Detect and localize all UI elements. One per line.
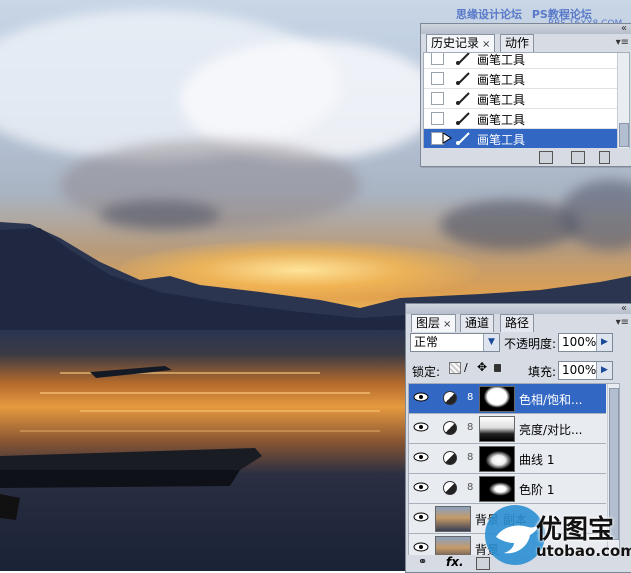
layer-name: 色阶 1 bbox=[519, 483, 555, 497]
chevron-down-icon[interactable]: ▼ bbox=[483, 334, 499, 351]
brush-icon bbox=[456, 132, 470, 145]
lock-transparent-icon[interactable] bbox=[449, 362, 461, 374]
panel-collapse-icon[interactable]: « bbox=[621, 303, 627, 314]
layer-row-selected[interactable]: 8 色相/饱和... bbox=[409, 384, 606, 414]
panel-titlebar[interactable] bbox=[406, 304, 631, 314]
tab-close-icon[interactable]: × bbox=[482, 39, 490, 50]
tab-actions-label: 动作 bbox=[505, 36, 530, 50]
new-snapshot-icon[interactable] bbox=[571, 151, 585, 164]
layer-style-fx-button[interactable]: fx. bbox=[446, 555, 464, 569]
opacity-value: 100% bbox=[562, 335, 597, 349]
tab-actions[interactable]: 动作 bbox=[500, 34, 535, 52]
brush-icon bbox=[456, 72, 470, 85]
adjustment-layer-icon bbox=[443, 391, 457, 405]
tab-close-icon[interactable]: × bbox=[443, 319, 451, 330]
layer-mask-thumbnail[interactable] bbox=[479, 416, 515, 442]
tab-paths-label: 路径 bbox=[505, 316, 530, 330]
history-item[interactable]: 画笔工具 bbox=[424, 53, 617, 69]
eye-icon[interactable] bbox=[413, 451, 429, 463]
lock-pixels-icon[interactable]: ∕ bbox=[464, 361, 468, 374]
fill-input[interactable]: 100% ▶ bbox=[558, 361, 613, 380]
tab-paths[interactable]: 路径 bbox=[500, 314, 535, 332]
history-state-slider-icon[interactable] bbox=[442, 132, 452, 144]
panel-menu-icon[interactable]: ▾≡ bbox=[616, 317, 629, 328]
new-document-from-state-icon[interactable] bbox=[539, 151, 553, 164]
history-item-label: 画笔工具 bbox=[477, 93, 526, 107]
brush-icon bbox=[456, 53, 470, 65]
history-list: 画笔工具 画笔工具 画笔工具 画笔工具 画笔工具 bbox=[423, 52, 630, 150]
eye-icon[interactable] bbox=[413, 481, 429, 493]
opacity-slider-arrow-icon[interactable]: ▶ bbox=[596, 334, 612, 351]
history-source-checkbox[interactable] bbox=[431, 53, 444, 65]
history-item-label: 画笔工具 bbox=[477, 73, 526, 87]
lock-label: 锁定: bbox=[412, 365, 441, 379]
history-item-label: 画笔工具 bbox=[477, 53, 526, 67]
lock-position-icon[interactable]: ✥ bbox=[477, 360, 487, 374]
layer-thumbnail[interactable] bbox=[435, 506, 471, 532]
history-item-label: 画笔工具 bbox=[477, 133, 526, 147]
brush-icon bbox=[456, 92, 470, 105]
history-footer bbox=[421, 148, 631, 166]
tab-channels-label: 通道 bbox=[465, 316, 490, 330]
panel-titlebar[interactable] bbox=[421, 24, 631, 34]
history-scrollbar[interactable] bbox=[617, 53, 629, 149]
adjustment-layer-icon bbox=[443, 481, 457, 495]
fill-value: 100% bbox=[562, 363, 597, 377]
tab-history[interactable]: 历史记录 × bbox=[426, 34, 496, 52]
layer-mask-thumbnail[interactable] bbox=[479, 386, 515, 412]
fill-slider-arrow-icon[interactable]: ▶ bbox=[596, 362, 612, 379]
adjustment-layer-icon bbox=[443, 451, 457, 465]
history-source-checkbox[interactable] bbox=[431, 92, 444, 105]
blend-mode-select[interactable]: 正常 ▼ bbox=[410, 333, 500, 352]
layer-name: 亮度/对比... bbox=[519, 423, 583, 437]
eye-icon[interactable] bbox=[413, 541, 429, 553]
history-item-selected[interactable]: 画笔工具 bbox=[424, 129, 617, 149]
eye-icon[interactable] bbox=[413, 511, 429, 523]
layer-row[interactable]: 8 亮度/对比... bbox=[409, 414, 606, 444]
lock-all-icon[interactable] bbox=[494, 364, 501, 372]
brush-icon bbox=[456, 112, 470, 125]
tab-channels[interactable]: 通道 bbox=[460, 314, 495, 332]
tab-layers[interactable]: 图层 × bbox=[411, 314, 457, 332]
history-item[interactable]: 画笔工具 bbox=[424, 109, 617, 129]
link-icon: 8 bbox=[467, 482, 474, 493]
layer-name: 色相/饱和... bbox=[519, 393, 583, 407]
history-item[interactable]: 画笔工具 bbox=[424, 69, 617, 89]
layer-thumbnail[interactable] bbox=[435, 536, 471, 556]
adjustment-layer-icon bbox=[443, 421, 457, 435]
eye-icon[interactable] bbox=[413, 391, 429, 403]
opacity-label: 不透明度: bbox=[504, 337, 557, 351]
tab-history-label: 历史记录 bbox=[431, 36, 480, 50]
history-item-label: 画笔工具 bbox=[477, 113, 526, 127]
link-icon: 8 bbox=[467, 392, 474, 403]
link-layers-icon[interactable]: ⚭ bbox=[418, 555, 427, 568]
link-icon: 8 bbox=[467, 422, 474, 433]
history-source-checkbox[interactable] bbox=[431, 72, 444, 85]
link-icon: 8 bbox=[467, 452, 474, 463]
watermark-logo-en: utobao.com bbox=[536, 542, 631, 560]
layer-row[interactable]: 8 曲线 1 bbox=[409, 444, 606, 474]
eye-icon[interactable] bbox=[413, 421, 429, 433]
tab-layers-label: 图层 bbox=[416, 316, 441, 330]
watermark-logo-cn: 优图宝 bbox=[536, 515, 615, 545]
fill-label: 填充: bbox=[528, 365, 557, 379]
history-panel: « 历史记录 × 动作 ▾≡ 画笔工具 画笔工具 画笔工具 画笔工具 画笔工具 bbox=[420, 23, 631, 167]
layer-name: 曲线 1 bbox=[519, 453, 555, 467]
layer-mask-thumbnail[interactable] bbox=[479, 446, 515, 472]
history-source-checkbox[interactable] bbox=[431, 112, 444, 125]
watermark-left: 思缘设计论坛 bbox=[456, 8, 522, 21]
blend-mode-value: 正常 bbox=[414, 335, 439, 349]
panel-collapse-icon[interactable]: « bbox=[621, 23, 627, 34]
opacity-input[interactable]: 100% ▶ bbox=[558, 333, 613, 352]
panel-menu-icon[interactable]: ▾≡ bbox=[616, 37, 629, 48]
trash-icon[interactable] bbox=[599, 151, 610, 164]
history-item[interactable]: 画笔工具 bbox=[424, 89, 617, 109]
scrollbar-thumb[interactable] bbox=[619, 123, 629, 147]
